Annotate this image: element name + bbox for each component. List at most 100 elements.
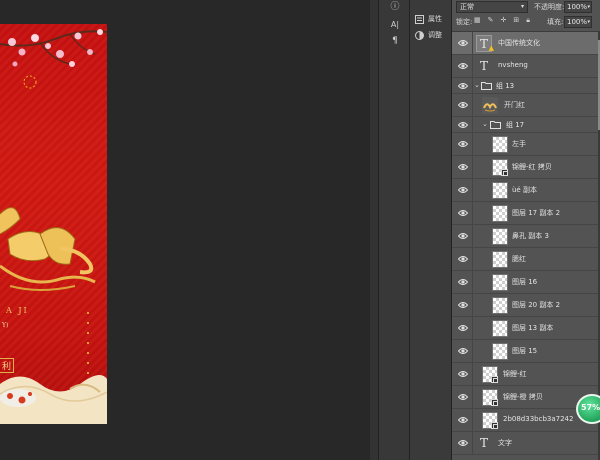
layer-thumbnail bbox=[492, 343, 508, 360]
layer-name[interactable]: 组 13 bbox=[496, 81, 514, 91]
layer-name[interactable]: 图层 17 副本 2 bbox=[512, 208, 560, 218]
layer-row[interactable]: T ▲ 中国传统文化 bbox=[452, 32, 598, 55]
visibility-eye-icon[interactable] bbox=[458, 278, 468, 286]
layer-row[interactable]: 鼻孔 副本 3 bbox=[452, 225, 598, 248]
smart-object-icon bbox=[491, 399, 498, 406]
plum-blossom-decoration bbox=[0, 29, 107, 89]
layer-name[interactable]: 中国传统文化 bbox=[498, 38, 540, 48]
opacity-input[interactable]: 100% ▾ bbox=[564, 1, 592, 13]
visibility-eye-icon[interactable] bbox=[458, 232, 468, 240]
layer-thumbnail bbox=[492, 251, 508, 268]
properties-collapsed-panel: 属性 调整 bbox=[410, 0, 452, 460]
layer-row[interactable]: T nvsheng bbox=[452, 55, 598, 78]
lock-position-icon[interactable]: ✛ bbox=[501, 16, 507, 25]
lock-all-icon[interactable]: 🔒︎ bbox=[526, 16, 530, 25]
layer-row[interactable]: 锦鲤-红 拷贝 bbox=[452, 156, 598, 179]
layer-name[interactable]: 锦鲤-红 拷贝 bbox=[512, 162, 552, 172]
collapsed-panel-toolbar: ⓘ A| ¶ bbox=[378, 0, 410, 460]
layer-name[interactable]: 2b08d33bcb3a7242ad4f... bbox=[503, 415, 573, 423]
layer-row[interactable]: ùé 副本 bbox=[452, 179, 598, 202]
layer-row[interactable]: 图层 20 副本 2 bbox=[452, 294, 598, 317]
layer-thumbnail bbox=[492, 228, 508, 245]
layer-row[interactable]: 图层 17 副本 2 bbox=[452, 202, 598, 225]
layers-options-bar: 正常 ▾ 不透明度: 100% ▾ 锁定: ▦ ✎ ✛ ⊞ 🔒︎ 填充: 100… bbox=[452, 0, 600, 32]
properties-tab[interactable]: 属性 bbox=[414, 12, 442, 26]
blend-mode-select[interactable]: 正常 ▾ bbox=[456, 1, 528, 13]
visibility-eye-icon[interactable] bbox=[458, 439, 468, 447]
layer-name[interactable]: 图层 20 副本 2 bbox=[512, 300, 560, 310]
visibility-eye-icon[interactable] bbox=[458, 209, 468, 217]
visibility-eye-icon[interactable] bbox=[458, 255, 468, 263]
layer-name[interactable]: 锦鲤-红 bbox=[503, 369, 527, 379]
visibility-eye-icon[interactable] bbox=[458, 393, 468, 401]
info-icon[interactable]: ⓘ bbox=[387, 0, 403, 14]
smart-object-thumbnail bbox=[492, 159, 508, 176]
layer-row[interactable]: 开门红 bbox=[452, 94, 598, 117]
visibility-eye-icon[interactable] bbox=[458, 301, 468, 309]
chevron-down-icon[interactable]: ⌄ bbox=[474, 81, 480, 89]
layer-row[interactable]: 腮红 bbox=[452, 248, 598, 271]
lock-artboard-icon[interactable]: ⊞ bbox=[513, 16, 519, 25]
visibility-eye-icon[interactable] bbox=[458, 101, 468, 109]
chevron-down-icon: ▾ bbox=[587, 4, 590, 10]
visibility-eye-icon[interactable] bbox=[458, 324, 468, 332]
koi-wave-decoration bbox=[0, 375, 107, 424]
visibility-eye-icon[interactable] bbox=[458, 416, 468, 424]
layer-name[interactable]: 组 17 bbox=[506, 120, 524, 130]
properties-label: 属性 bbox=[428, 15, 442, 23]
layer-name[interactable]: 鼻孔 副本 3 bbox=[512, 231, 549, 241]
layer-row[interactable]: T 文字 bbox=[452, 432, 598, 455]
layer-row[interactable]: 锦鲤-红 bbox=[452, 363, 598, 386]
smart-object-thumbnail bbox=[482, 389, 498, 406]
visibility-eye-icon[interactable] bbox=[458, 186, 468, 194]
layer-name[interactable]: 文字 bbox=[498, 438, 512, 448]
visibility-eye-icon[interactable] bbox=[458, 163, 468, 171]
visibility-eye-icon[interactable] bbox=[458, 121, 468, 129]
layer-row[interactable]: 图层 13 副本 bbox=[452, 317, 598, 340]
adjustments-tab[interactable]: 调整 bbox=[414, 28, 442, 42]
visibility-eye-icon[interactable] bbox=[458, 82, 468, 90]
layer-name[interactable]: ùé 副本 bbox=[512, 185, 537, 195]
character-icon[interactable]: A| bbox=[387, 18, 403, 32]
visibility-eye-icon[interactable] bbox=[458, 370, 468, 378]
paragraph-icon[interactable]: ¶ bbox=[387, 34, 403, 48]
layer-row[interactable]: 图层 16 bbox=[452, 271, 598, 294]
text-layer-icon: T ▲ bbox=[476, 35, 494, 52]
chevron-down-icon: ▾ bbox=[587, 19, 590, 25]
layer-name[interactable]: 开门红 bbox=[504, 100, 525, 110]
gold-layer-thumbnail bbox=[482, 97, 498, 114]
blend-mode-value: 正常 bbox=[460, 3, 474, 11]
performance-badge[interactable]: 57% bbox=[576, 394, 600, 424]
properties-icon bbox=[414, 14, 424, 24]
warning-icon: ▲ bbox=[488, 44, 494, 52]
layer-name[interactable]: 图层 13 副本 bbox=[512, 323, 553, 333]
lock-image-icon[interactable]: ✎ bbox=[488, 16, 494, 25]
layer-name[interactable]: 腮红 bbox=[512, 254, 526, 264]
visibility-eye-icon[interactable] bbox=[458, 140, 468, 148]
golden-calligraphy-art bbox=[0, 207, 96, 291]
layer-group-row[interactable]: ⌄ 组 17 bbox=[452, 117, 598, 133]
fill-input[interactable]: 100% ▾ bbox=[564, 16, 592, 28]
layer-thumbnail bbox=[492, 274, 508, 291]
layer-thumbnail bbox=[492, 182, 508, 199]
layer-name[interactable]: nvsheng bbox=[498, 61, 528, 69]
visibility-eye-icon[interactable] bbox=[458, 347, 468, 355]
canvas-area[interactable]: A JI Y) 利 bbox=[0, 0, 370, 460]
folder-icon bbox=[481, 82, 492, 90]
layer-row[interactable]: 左手 bbox=[452, 133, 598, 156]
visibility-eye-icon[interactable] bbox=[458, 39, 468, 47]
layer-name[interactable]: 图层 15 bbox=[512, 346, 537, 356]
layer-name[interactable]: 左手 bbox=[512, 139, 526, 149]
layer-name[interactable]: 锦鲤-橙 拷贝 bbox=[503, 392, 543, 402]
layer-group-row[interactable]: ⌄ 组 13 bbox=[452, 78, 598, 94]
panel-gutter bbox=[370, 0, 378, 460]
layer-name[interactable]: 图层 16 bbox=[512, 277, 537, 287]
lock-transparency-icon[interactable]: ▦ bbox=[474, 16, 481, 25]
document-canvas[interactable]: A JI Y) 利 bbox=[0, 24, 107, 424]
poster-small-text: Y) bbox=[2, 322, 9, 329]
smart-object-icon bbox=[501, 169, 508, 176]
chevron-down-icon[interactable]: ⌄ bbox=[482, 120, 488, 128]
poster-subtitle-text: A JI bbox=[6, 306, 29, 315]
visibility-eye-icon[interactable] bbox=[458, 62, 468, 70]
layer-row[interactable]: 图层 15 bbox=[452, 340, 598, 363]
